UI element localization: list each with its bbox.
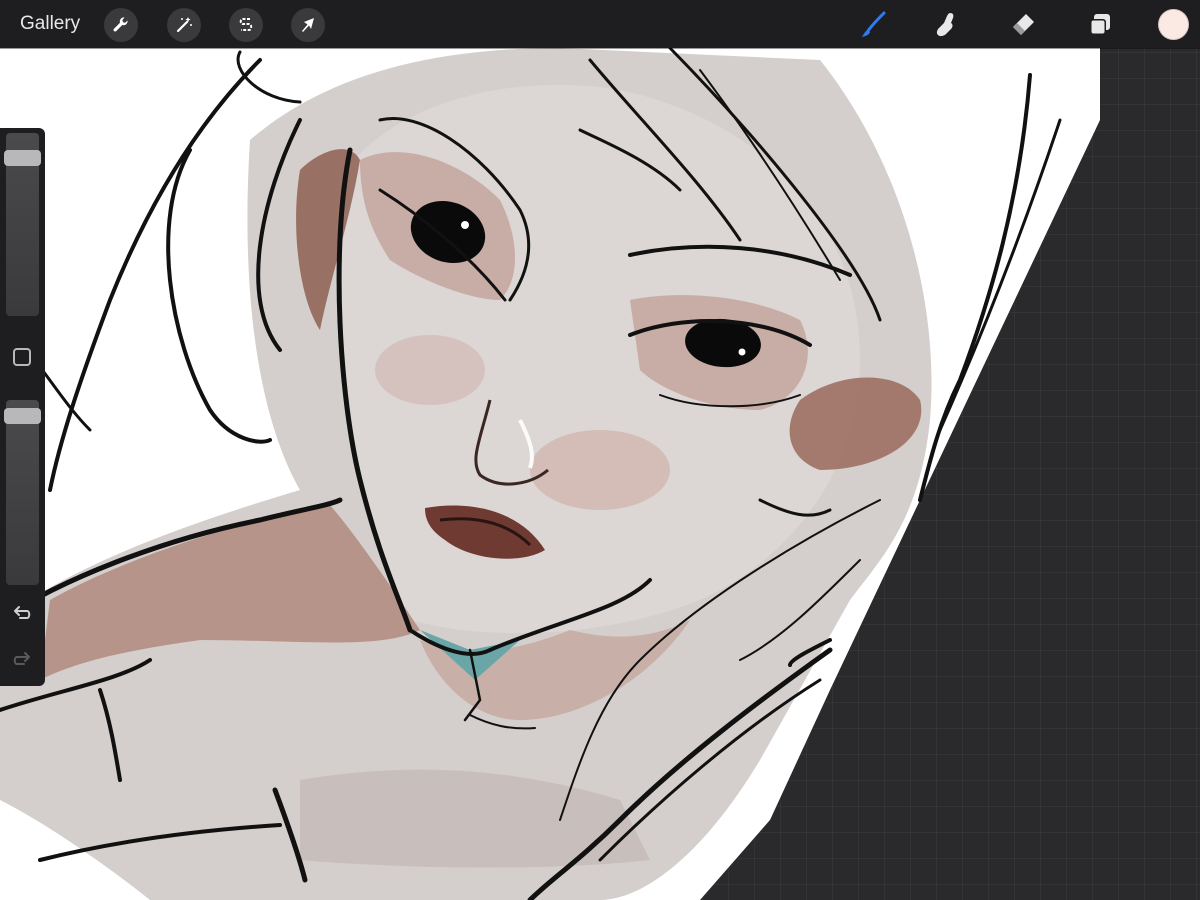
magic-wand-icon bbox=[176, 17, 192, 33]
arrow-cursor-icon bbox=[302, 18, 314, 32]
smudge-finger-icon bbox=[936, 13, 954, 37]
selection-button[interactable] bbox=[229, 8, 263, 42]
modify-button[interactable] bbox=[13, 348, 31, 366]
smudge-tool-button[interactable] bbox=[929, 7, 965, 43]
brush-size-handle[interactable] bbox=[4, 150, 41, 166]
undo-arrow-icon bbox=[14, 606, 31, 619]
eraser-tool-button[interactable] bbox=[1005, 7, 1041, 43]
layers-icon bbox=[1090, 14, 1110, 35]
left-sidebar bbox=[0, 128, 45, 686]
transform-button[interactable] bbox=[291, 8, 325, 42]
opacity-slider[interactable] bbox=[4, 400, 41, 585]
opacity-handle[interactable] bbox=[4, 408, 41, 424]
brush-tool-button[interactable] bbox=[856, 7, 892, 43]
selection-s-icon bbox=[239, 18, 253, 31]
eraser-icon bbox=[1013, 14, 1034, 35]
layers-button[interactable] bbox=[1082, 7, 1118, 43]
brush-icon bbox=[862, 11, 886, 37]
actions-button[interactable] bbox=[104, 8, 138, 42]
brush-size-slider[interactable] bbox=[4, 133, 41, 316]
artwork bbox=[0, 46, 1100, 900]
undo-button[interactable] bbox=[10, 602, 34, 626]
gallery-button[interactable]: Gallery bbox=[20, 0, 80, 48]
redo-arrow-icon bbox=[13, 652, 30, 665]
redo-button[interactable] bbox=[10, 648, 34, 672]
top-toolbar: Gallery bbox=[0, 0, 1200, 48]
wrench-icon bbox=[113, 17, 128, 32]
adjustments-button[interactable] bbox=[167, 8, 201, 42]
drawing-canvas[interactable] bbox=[0, 0, 1200, 900]
current-color-swatch[interactable] bbox=[1158, 9, 1189, 40]
